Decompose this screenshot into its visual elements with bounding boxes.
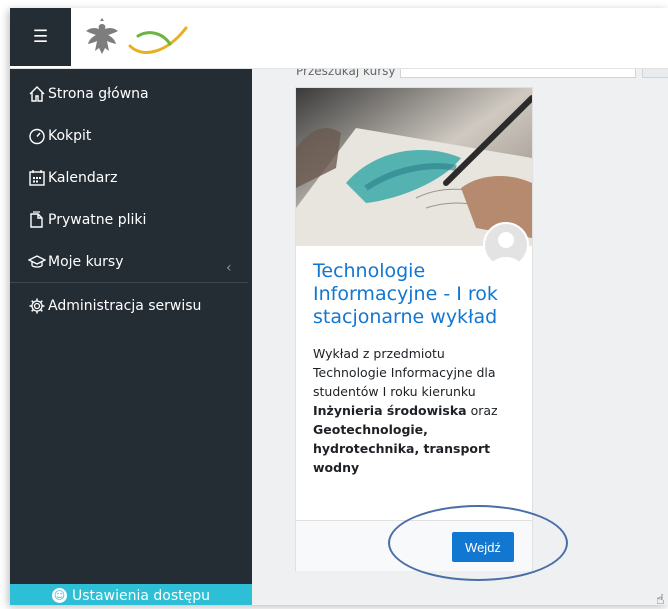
sidebar-item-home[interactable]: Strona główna <box>28 82 149 106</box>
calendar-icon <box>29 170 45 186</box>
course-card: Technologie Informacyjne - I rok stacjon… <box>295 87 533 571</box>
sidebar-divider <box>10 282 248 283</box>
description-bold-text: Inżynieria środowiska <box>313 403 467 418</box>
home-icon <box>29 86 45 102</box>
sidebar-navigation: Strona główna Kokpit Kalendarz Prywatne … <box>10 68 252 605</box>
top-navbar: ☰ <box>10 8 668 69</box>
file-icon <box>30 211 43 228</box>
course-title-link[interactable]: Technologie Informacyjne - I rok stacjon… <box>313 260 519 329</box>
course-description: Wykład z przedmiotu Technologie Informac… <box>313 344 519 477</box>
course-card-footer: Wejdź <box>296 520 532 571</box>
browser-frame: ☰ Strona główna Kokpit Kalendarz Prywatn… <box>10 8 668 605</box>
menu-toggle-button[interactable]: ☰ <box>10 8 71 66</box>
hand-cursor-icon: ☝ <box>656 592 665 608</box>
accessibility-settings-button[interactable]: ☺ Ustawienia dostępu <box>10 584 252 605</box>
sidebar-item-label: Strona główna <box>48 86 149 102</box>
institution-logo <box>128 26 188 54</box>
gear-icon <box>29 298 45 314</box>
sidebar-item-label: Administracja serwisu <box>48 298 202 314</box>
description-text: oraz <box>466 403 498 418</box>
chevron-left-icon[interactable]: ‹ <box>226 260 232 276</box>
enter-course-button[interactable]: Wejdź <box>452 532 514 562</box>
sidebar-item-dashboard[interactable]: Kokpit <box>28 124 91 148</box>
dashboard-icon <box>29 128 45 145</box>
sidebar-item-calendar[interactable]: Kalendarz <box>28 166 117 190</box>
sidebar-item-site-administration[interactable]: Administracja serwisu <box>28 294 201 318</box>
description-text: Wykład z przedmiotu Technologie Informac… <box>313 346 496 399</box>
description-bold-text: Geotechnologie, hydrotechnika, transport… <box>313 422 491 475</box>
eagle-logo <box>86 18 118 54</box>
sidebar-item-private-files[interactable]: Prywatne pliki <box>28 208 146 232</box>
course-image <box>296 88 532 246</box>
sidebar-item-my-courses[interactable]: Moje kursy <box>28 250 123 274</box>
sidebar-item-label: Prywatne pliki <box>48 212 147 228</box>
sidebar-item-label: Kalendarz <box>48 170 118 186</box>
sidebar-item-label: Moje kursy <box>48 254 124 270</box>
accessibility-label: Ustawienia dostępu <box>72 588 210 604</box>
accessibility-icon: ☺ <box>52 588 68 603</box>
graduation-cap-icon <box>28 255 46 268</box>
sidebar-item-label: Kokpit <box>48 128 92 144</box>
hamburger-icon: ☰ <box>32 27 49 47</box>
